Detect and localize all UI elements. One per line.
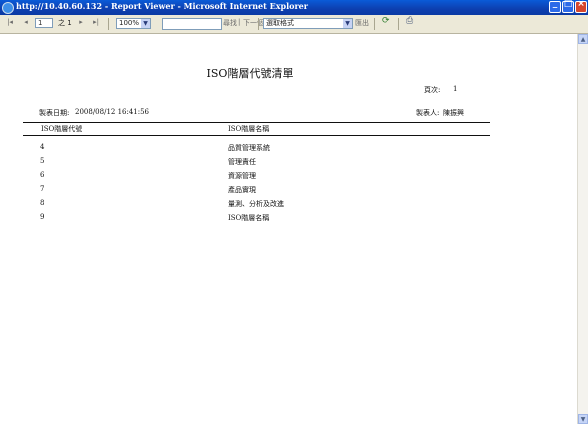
column-header-code: ISO階層代號 [41, 125, 83, 133]
first-page-button[interactable]: |◂ [6, 18, 14, 29]
header-top-rule [23, 122, 490, 123]
table-cell-code: 4 [40, 143, 45, 151]
author-label: 製表人: [416, 109, 440, 117]
export-link[interactable]: 匯出 [355, 18, 369, 29]
header-bottom-rule [23, 135, 490, 136]
page-count-label: 之 1 [58, 19, 72, 27]
vertical-scrollbar[interactable]: ▲ ▼ [577, 34, 588, 424]
maximize-button[interactable]: □ [562, 0, 574, 13]
find-link[interactable]: 尋找 [223, 18, 237, 29]
last-page-button[interactable]: ▸| [92, 18, 100, 29]
find-input[interactable] [162, 18, 222, 30]
report-title: ISO階層代號清單 [206, 67, 294, 80]
table-cell-name: 量測、分析及改進 [228, 200, 284, 208]
report-toolbar: |◂ ◂ 1 之 1 ▸ ▸| 100% ▼ 尋找 | 下一個 選取格式 ▼ 匯… [0, 15, 588, 34]
toolbar-divider [374, 18, 375, 30]
zoom-value: 100% [119, 19, 140, 27]
minimize-button[interactable]: _ [549, 0, 561, 13]
toolbar-divider [398, 18, 399, 30]
maximize-icon: □ [563, 0, 573, 9]
table-cell-name: 資源管理 [228, 172, 256, 180]
table-cell-code: 5 [40, 157, 45, 165]
export-format-select[interactable]: 選取格式 ▼ [263, 18, 353, 29]
title-bar: http://10.40.60.132 - Report Viewer - Mi… [0, 0, 588, 15]
close-button[interactable]: × [575, 0, 587, 13]
find-next-link[interactable]: 下一個 [243, 18, 264, 29]
author-value: 陳振興 [443, 109, 464, 117]
table-cell-name: 品質管理系統 [228, 144, 270, 152]
next-page-button[interactable]: ▸ [77, 18, 85, 29]
refresh-icon[interactable]: ⟳ [382, 16, 390, 27]
table-cell-code: 7 [40, 185, 45, 193]
zoom-select[interactable]: 100% ▼ [116, 18, 151, 29]
window-title: http://10.40.60.132 - Report Viewer - Mi… [16, 1, 308, 11]
page-input[interactable]: 1 [35, 18, 53, 28]
table-cell-code: 6 [40, 171, 45, 179]
minimize-icon: _ [552, 0, 558, 9]
chevron-down-icon: ▼ [141, 19, 150, 28]
table-cell-name: 產品實現 [228, 186, 256, 194]
column-header-name: ISO階層名稱 [228, 125, 270, 133]
find-divider: | [238, 18, 241, 26]
prev-page-button[interactable]: ◂ [22, 18, 30, 29]
report-date-label: 製表日期: [39, 109, 70, 117]
table-cell-code: 8 [40, 199, 45, 207]
print-icon[interactable]: ⎙ [406, 16, 413, 27]
export-format-value: 選取格式 [266, 19, 294, 27]
toolbar-divider [108, 18, 109, 30]
report-date-value: 2008/08/12 16:41:56 [75, 108, 150, 116]
table-cell-name: ISO階層名稱 [228, 214, 270, 222]
table-cell-name: 管理責任 [228, 158, 256, 166]
toolbar-divider [258, 18, 259, 30]
page-number-value: 1 [453, 85, 458, 93]
page-number-label: 頁次: [424, 86, 441, 94]
scroll-up-icon[interactable]: ▲ [578, 34, 588, 44]
report-body: ISO階層代號清單 頁次: 1 製表日期: 2008/08/12 16:41:5… [0, 34, 576, 424]
ie-icon [2, 2, 14, 14]
table-cell-code: 9 [40, 213, 45, 221]
scroll-down-icon[interactable]: ▼ [578, 414, 588, 424]
close-icon: × [577, 0, 585, 9]
chevron-down-icon: ▼ [343, 19, 352, 28]
